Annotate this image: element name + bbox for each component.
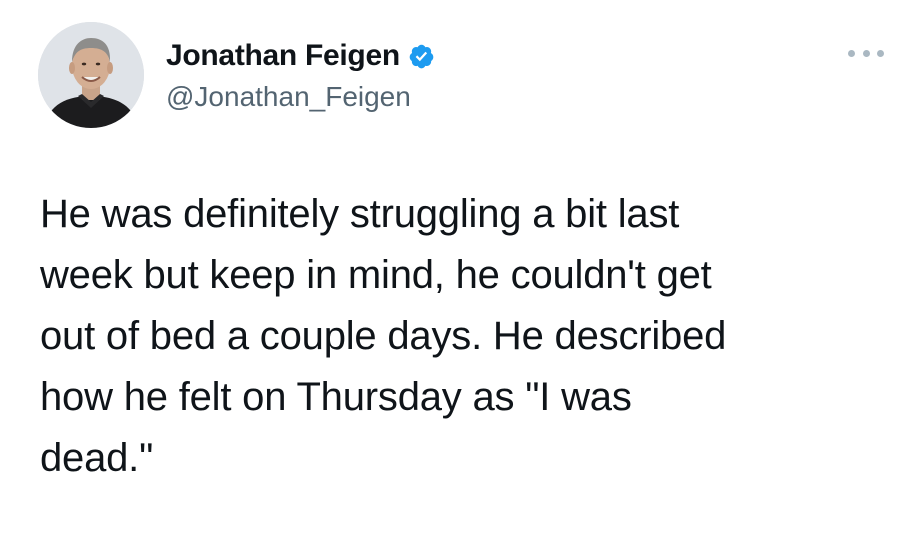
author-header: Jonathan Feigen @Jonathan_Feigen — [166, 37, 435, 115]
display-name[interactable]: Jonathan Feigen — [166, 37, 400, 75]
verified-badge-icon — [408, 43, 435, 70]
more-dot — [848, 49, 855, 57]
tweet-text-line: He was definitely struggling a bit last — [40, 192, 680, 236]
more-dot — [877, 49, 884, 57]
more-options-icon[interactable] — [848, 46, 884, 60]
profile-photo — [38, 22, 144, 128]
tweet-text-line: out of bed a couple days. He described — [40, 314, 727, 358]
tweet-text: He was definitely struggling a bit last … — [40, 184, 890, 489]
author-handle[interactable]: @Jonathan_Feigen — [166, 79, 435, 115]
tweet-text-line: dead." — [40, 436, 154, 480]
name-row: Jonathan Feigen — [166, 37, 435, 75]
tweet-text-line: week but keep in mind, he couldn't get — [40, 253, 712, 297]
avatar[interactable] — [38, 22, 144, 128]
tweet-text-line: how he felt on Thursday as "I was — [40, 375, 632, 419]
tweet-card: Jonathan Feigen @Jonathan_Feigen He was … — [0, 0, 922, 535]
more-dot — [862, 49, 870, 57]
